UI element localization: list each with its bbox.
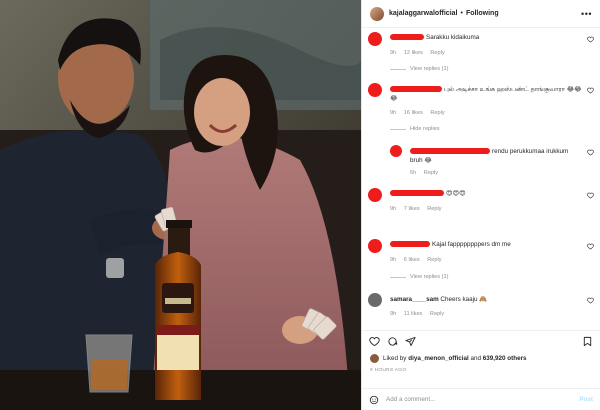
comment-likes[interactable]: 6 likes [404,257,420,263]
replies-toggle-label[interactable]: Hide replies [410,126,440,132]
comment-item: 😍😍😍 9h 7 likes Reply [368,188,594,218]
author-avatar[interactable] [370,6,384,21]
commenter-avatar-redacted[interactable] [390,145,402,157]
likes-conj: and [470,355,482,362]
comment-item: samara____sam Cheers kaaju 🙈 9h 11 likes… [368,293,594,323]
liker-username[interactable]: diya_menon_official [408,355,469,362]
commenter-username[interactable]: samara____sam [390,296,439,303]
username-redaction [390,241,430,248]
comments-list: Sarakku kidaikuma 9h 12 likes Reply View… [362,28,600,330]
view-replies-toggle[interactable]: View replies (1) [390,274,448,280]
likes-count[interactable]: 639,920 others [483,355,527,362]
commenter-avatar-redacted[interactable] [368,32,382,46]
heart-icon[interactable] [587,243,594,250]
comment-icon[interactable] [387,336,398,347]
reply-link[interactable]: Reply [430,50,444,56]
view-replies-toggle[interactable]: View replies (1) [390,66,448,72]
username-redaction [390,34,424,41]
comment-text-line: rendu perukkumaa irukkum bruh 😂 [410,147,582,165]
reply-link[interactable]: Reply [430,110,444,116]
comment-input[interactable]: Add a comment... [386,396,435,403]
comment-meta: 9h 6 likes Reply [390,257,448,263]
post-header: kajalaggarwalofficial • Following ••• [362,0,600,28]
author-username[interactable]: kajalaggarwalofficial [389,10,457,17]
heart-icon[interactable] [587,87,594,94]
heart-icon[interactable] [369,336,380,347]
separator-dot: • [460,10,463,17]
comment-text: Kajal fappppppppers dm me [432,241,511,248]
comment-item: Sarakku kidaikuma 9h 12 likes Reply [368,32,594,62]
comment-meta: 9h 16 likes Reply [390,110,451,116]
comment-meta: 6h Reply [410,170,444,176]
comment-likes[interactable]: 7 likes [404,206,420,212]
photo-illustration [0,0,361,410]
post-photo[interactable] [0,0,361,410]
commenter-avatar[interactable] [368,293,382,307]
comment-likes[interactable]: 12 likes [404,50,423,56]
comment-item: Kajal fappppppppers dm me 9h 6 likes Rep… [368,239,594,269]
comment-text-line: 😍😍😍 [390,190,582,197]
comment-text-line: Sarakku kidaikuma [390,34,582,41]
instagram-post-view: kajalaggarwalofficial • Following ••• Sa… [0,0,600,410]
liker-avatar[interactable] [370,354,379,363]
comment-item: புல் அடிச்சா உங்க ஹஸ்பண்ட் தாங்குவாரா 😂😂… [368,83,594,121]
comment-meta: 9h 12 likes Reply [390,50,451,56]
comment-text: Sarakku kidaikuma [426,34,480,41]
replies-toggle-label[interactable]: View replies (1) [410,66,448,72]
comment-time: 9h [390,110,397,116]
comment-time: 9h [390,206,397,212]
commenter-avatar-redacted[interactable] [368,239,382,253]
comment-text-line: புல் அடிச்சா உங்க ஹஸ்பண்ட் தாங்குவாரா 😂😂… [390,85,582,103]
heart-icon[interactable] [587,149,594,156]
bookmark-icon[interactable] [582,336,593,347]
hide-replies-toggle[interactable]: Hide replies [390,126,440,132]
heart-icon[interactable] [587,36,594,43]
heart-icon[interactable] [587,297,594,304]
add-comment-bar: Add a comment... Post [362,388,600,410]
comment-meta: 9h 11 likes Reply [390,311,450,317]
more-options-icon[interactable]: ••• [581,9,592,19]
comment-likes[interactable]: 16 likes [404,110,423,116]
comment-likes[interactable]: 11 likes [404,311,423,317]
commenter-avatar-redacted[interactable] [368,188,382,202]
following-button[interactable]: Following [466,10,499,17]
post-action-bar [362,330,600,352]
replies-divider [390,68,406,70]
username-redaction [410,148,490,155]
comment-time: 6h [410,170,417,176]
comment-text-line: samara____sam Cheers kaaju 🙈 [390,295,582,303]
reply-link[interactable]: Reply [430,311,444,317]
comment-time: 9h [390,311,397,317]
comment-time: 9h [390,257,397,263]
replies-toggle-label[interactable]: View replies (1) [410,274,448,280]
reply-link[interactable]: Reply [427,206,441,212]
comment-time: 9h [390,50,397,56]
post-timestamp[interactable]: 9 HOURS AGO [370,368,406,373]
comment-text-line: Kajal fappppppppers dm me [390,241,582,248]
reply-link[interactable]: Reply [424,170,438,176]
emoji-icon[interactable] [369,395,379,405]
replies-divider [390,128,406,130]
username-redaction [390,190,444,197]
commenter-avatar-redacted[interactable] [368,83,382,97]
comment-text: 😍😍😍 [446,190,466,197]
username-redaction [390,86,442,93]
likes-summary: Liked by diya_menon_official and 639,920… [370,354,592,363]
likes-prefix: Liked by [383,355,407,362]
share-icon[interactable] [405,336,416,347]
replies-divider [390,276,406,278]
comment-text: Cheers kaaju 🙈 [440,296,488,303]
post-sidebar: kajalaggarwalofficial • Following ••• Sa… [361,0,600,410]
reply-item: rendu perukkumaa irukkum bruh 😂 6h Reply [390,145,594,177]
post-button[interactable]: Post [579,396,593,403]
heart-icon[interactable] [587,192,594,199]
reply-link[interactable]: Reply [427,257,441,263]
comment-meta: 9h 7 likes Reply [390,206,448,212]
